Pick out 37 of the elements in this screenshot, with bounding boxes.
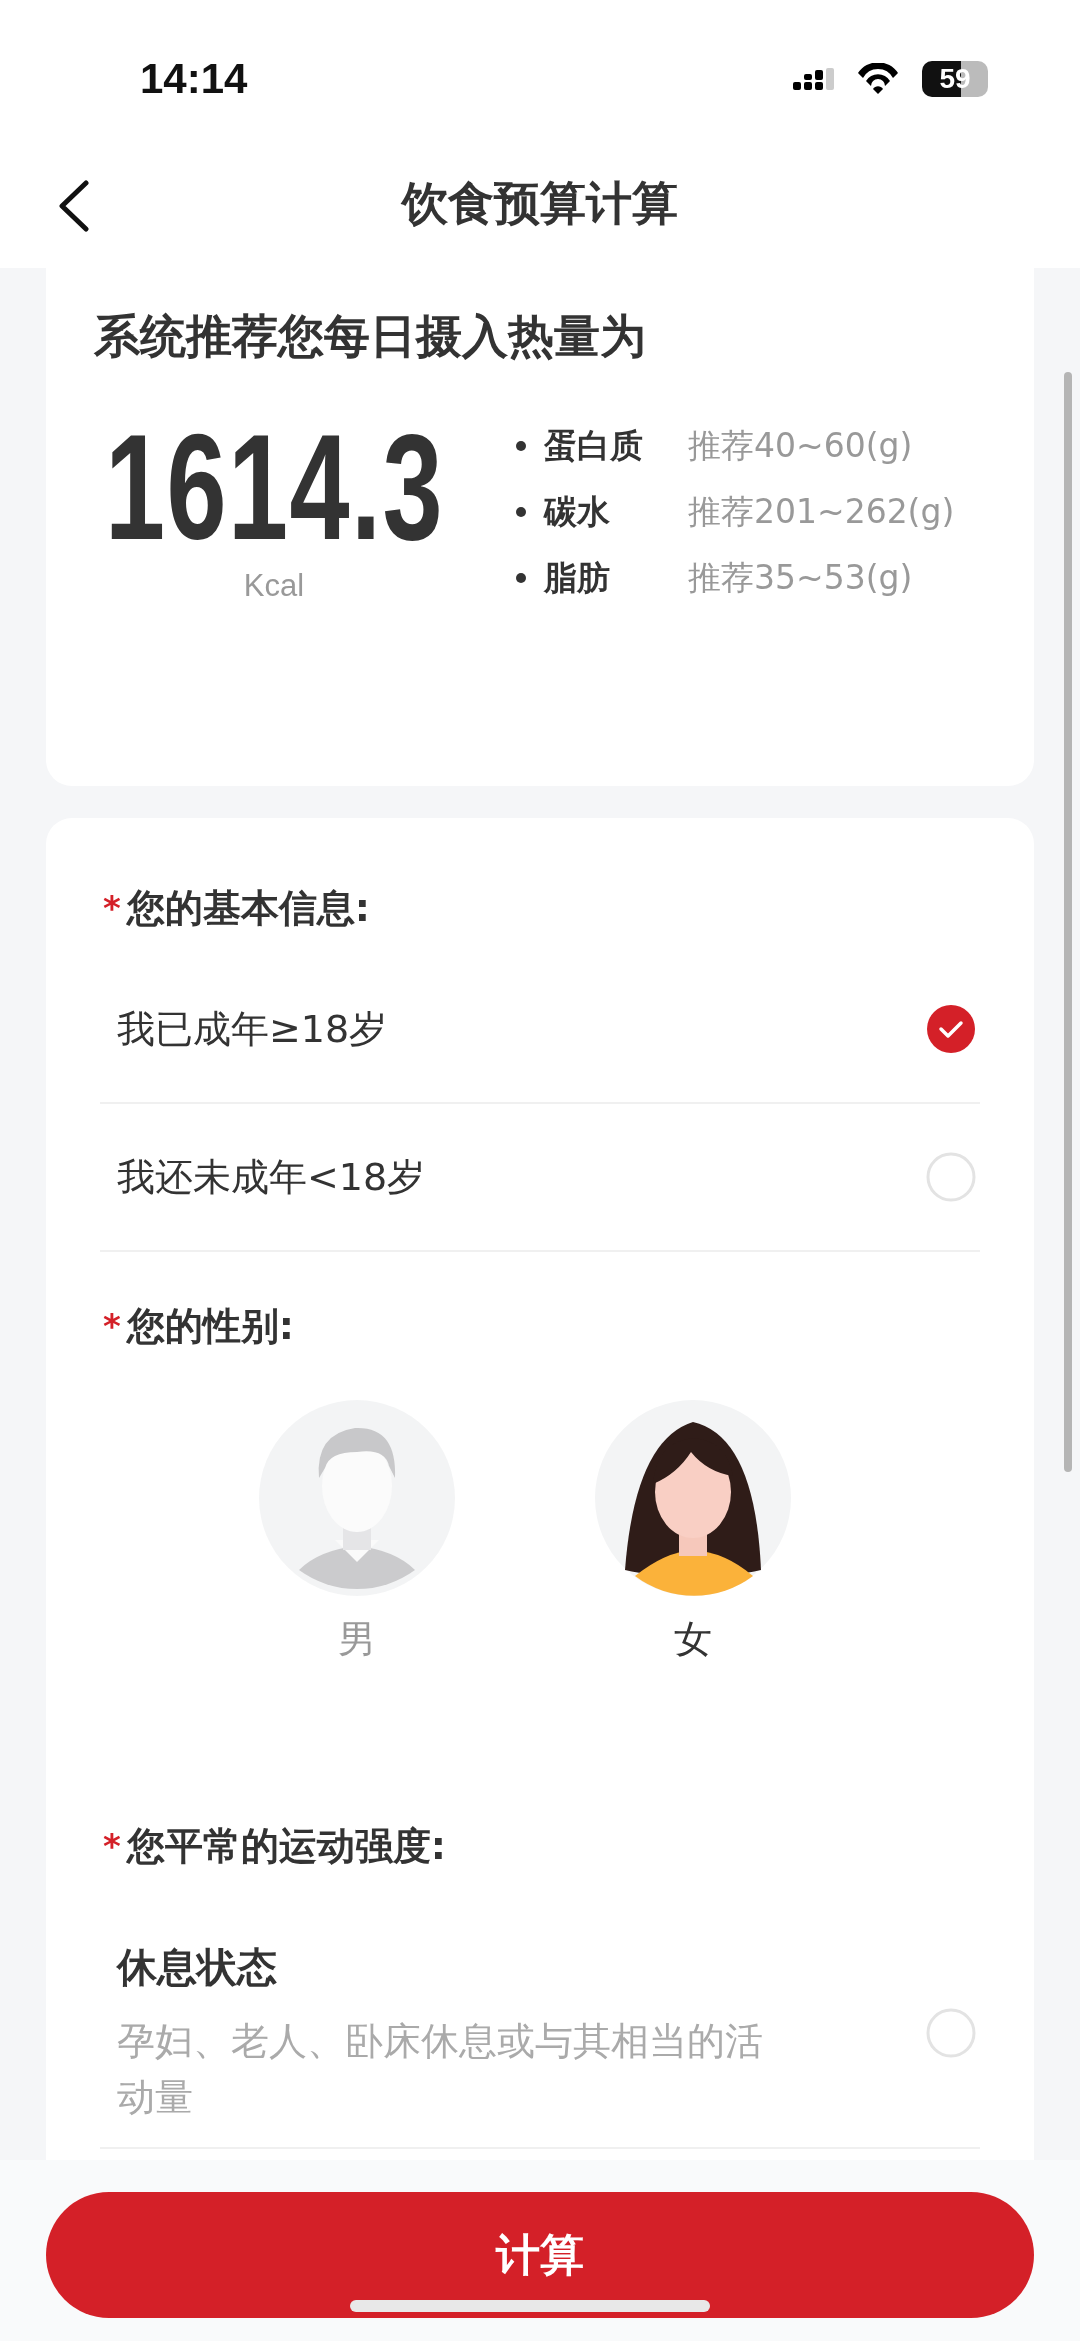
man-avatar-icon <box>259 1400 455 1596</box>
calorie-value: 1614.3 <box>104 412 444 562</box>
signal-icon <box>793 68 834 90</box>
gender-option[interactable]: 女 <box>595 1400 791 1676</box>
bullet-icon <box>516 573 526 583</box>
nutrient-recommendation: 推荐35~53(g) <box>688 556 913 599</box>
option-description: 孕妇、老人、卧床休息或与其相当的活动量 <box>117 2018 764 2121</box>
radio-button[interactable] <box>926 1004 976 1054</box>
option-label: 我已成年≥18岁 <box>117 1005 388 1053</box>
section-label: 您的基本信息: <box>126 884 370 932</box>
scrollbar[interactable] <box>1064 372 1072 1472</box>
woman-avatar-icon <box>595 1400 791 1596</box>
calorie-unit: Kcal <box>243 568 305 604</box>
section-label: 您的性别: <box>126 1302 294 1350</box>
option-label: 我还未成年<18岁 <box>117 1153 426 1201</box>
required-mark: * <box>103 1826 121 1866</box>
summary-title: 系统推荐您每日摄入热量为 <box>94 308 646 365</box>
nutrient-name: 脂肪 <box>544 556 611 599</box>
nutrient-recommendation: 推荐40~60(g) <box>688 424 913 467</box>
page-title: 饮食预算计算 <box>402 175 678 232</box>
bullet-icon <box>516 507 526 517</box>
bullet-icon <box>516 441 526 451</box>
nutrient-recommendation: 推荐201~262(g) <box>688 490 955 533</box>
nutrient-name: 碳水 <box>544 490 611 533</box>
home-indicator[interactable] <box>350 2300 710 2312</box>
back-button[interactable] <box>56 180 92 232</box>
clock: 14:14 <box>140 55 248 103</box>
required-mark: * <box>103 888 121 928</box>
wifi-icon <box>856 63 900 95</box>
nutrient-name: 蛋白质 <box>544 424 644 467</box>
radio-button[interactable] <box>926 1152 976 1202</box>
option-label: 休息状态 <box>117 1943 278 1992</box>
required-mark: * <box>103 1306 121 1346</box>
section-label: 您平常的运动强度: <box>126 1822 446 1870</box>
radio-button[interactable] <box>926 2007 976 2058</box>
calculate-button[interactable]: 计算 <box>46 2192 1034 2318</box>
gender-option[interactable]: 男 <box>259 1400 455 1676</box>
